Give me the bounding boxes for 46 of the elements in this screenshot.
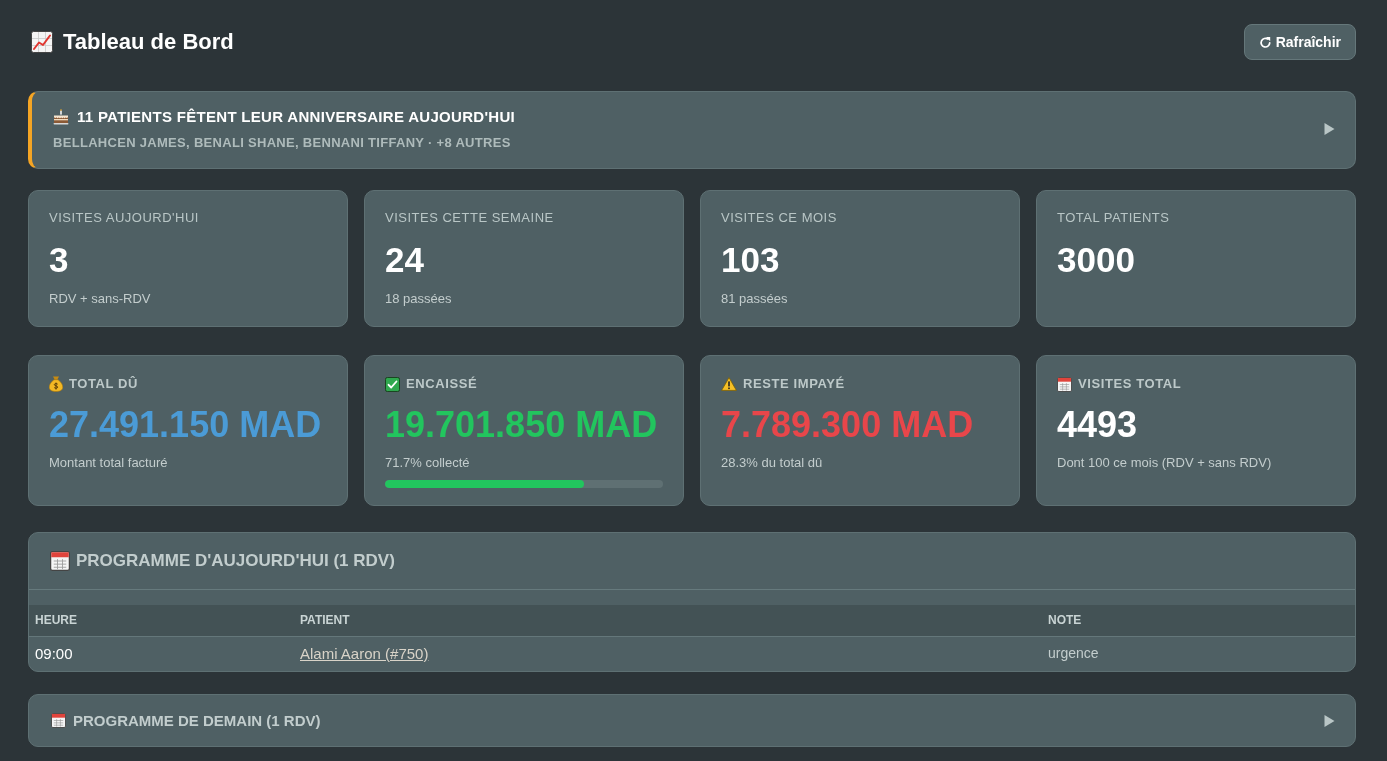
stat-value: 3: [49, 240, 70, 280]
calendar-icon: [1057, 376, 1072, 392]
table-cell: 09:00: [29, 636, 294, 671]
stat-caption: Montant total facturé: [49, 455, 169, 471]
refresh-button[interactable]: Rafraîchir: [1243, 24, 1356, 60]
cake-icon: [53, 109, 69, 125]
stat-value: 19.701.850 MAD: [385, 405, 659, 445]
warning-icon: [721, 377, 737, 391]
check-icon: [385, 376, 400, 392]
stat-value: 3000: [1057, 240, 1136, 280]
stat-caption: 28.3% du total dû: [721, 455, 824, 471]
column-header: NOTE: [1042, 605, 1355, 636]
section-title: PROGRAMME DE DEMAIN (1 RDV): [73, 710, 321, 731]
chart-icon: [31, 31, 53, 53]
stat-label: RESTE IMPAYÉ: [743, 375, 845, 393]
caret-icon[interactable]: [1324, 714, 1335, 727]
stat-value: 24: [385, 240, 425, 280]
page-title: Tableau de Bord: [63, 29, 234, 55]
table-cell: urgence: [1042, 636, 1355, 671]
stat-label: TOTAL PATIENTS: [1057, 210, 1171, 226]
stat-caption: 71.7% collecté: [385, 455, 471, 471]
stat-label: VISITES TOTAL: [1078, 375, 1182, 393]
stat-value: 4493: [1057, 405, 1139, 445]
money-bag-icon: [49, 376, 63, 392]
stat-label: TOTAL DÛ: [69, 375, 139, 393]
stat-caption: Dont 100 ce mois (RDV + sans RDV): [1057, 455, 1273, 471]
birthday-banner[interactable]: 11 PATIENTS FÊTENT LEUR ANNIVERSAIRE AUJOURD'HUI BELLAHCEN JAMES, BENALI SHANE, BENNANI TIFFANY · +8 AUTRES: [28, 91, 1356, 169]
banner-title: 11 PATIENTS FÊTENT LEUR ANNIVERSAIRE AUJOURD'HUI: [77, 107, 515, 127]
section-title: PROGRAMME D'AUJOURD'HUI (1 RDV): [76, 550, 395, 572]
stat-label: VISITES CE MOIS: [721, 210, 838, 226]
stat-value: 7.789.300 MAD: [721, 405, 975, 445]
column-header: HEURE: [29, 605, 294, 636]
calendar-icon: [51, 713, 66, 728]
stat-caption: 18 passées: [385, 291, 453, 307]
stat-value: 103: [721, 240, 781, 280]
birthday-names: BELLAHCEN JAMES, BENALI SHANE, BENNANI TIFFANY · +8 AUTRES: [53, 135, 512, 151]
calendar-icon: [50, 551, 70, 571]
stat-value: 27.491.150 MAD: [49, 405, 323, 445]
stat-label: VISITES CETTE SEMAINE: [385, 210, 555, 226]
refresh-icon: [1258, 35, 1272, 49]
stat-caption: 81 passées: [721, 291, 789, 307]
patient-link[interactable]: Alami Aaron (#750): [300, 644, 429, 662]
stat-label: VISITES AUJOURD'HUI: [49, 210, 200, 226]
stat-caption: RDV + sans-RDV: [49, 291, 152, 307]
stat-label: ENCAISSÉ: [406, 375, 478, 393]
column-header: PATIENT: [294, 605, 1042, 636]
